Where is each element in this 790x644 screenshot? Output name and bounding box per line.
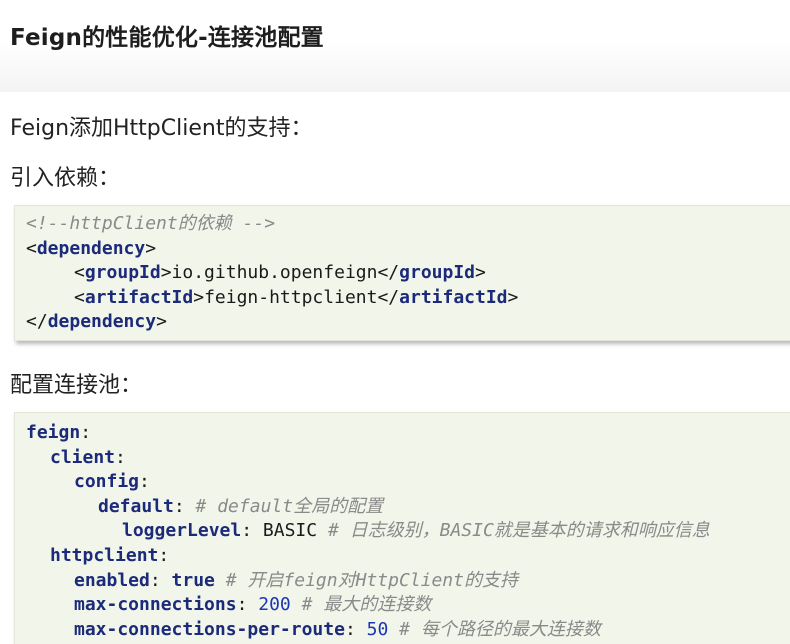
code-line: enabled: true # 开启feign对HttpClient的支持: [26, 569, 790, 594]
code-line: loggerLevel: BASIC # 日志级别，BASIC就是基本的请求和响…: [26, 519, 790, 544]
xml-value: io.github.openfeign: [171, 262, 378, 284]
xml-value: feign-httpclient: [204, 286, 378, 308]
xml-bracket: </: [26, 311, 48, 333]
yaml-key: max-connections-per-route: [74, 618, 345, 640]
code-line: </dependency>: [26, 310, 790, 335]
yaml-comment: # default全局的配置: [195, 495, 384, 517]
code-line: max-connections-per-route: 50 # 每个路径的最大连…: [26, 618, 790, 643]
slide-header: Feign的性能优化-连接池配置: [0, 0, 790, 92]
xml-bracket: </: [377, 286, 400, 308]
yaml-key: default: [98, 495, 174, 517]
document-page: Feign的性能优化-连接池配置 Feign添加HttpClient的支持： 引…: [0, 0, 790, 644]
xml-tag: dependency: [47, 311, 157, 333]
yaml-colon: :: [158, 544, 170, 566]
code-line: <!--httpClient的依赖 -->: [26, 212, 790, 237]
yaml-comment: # 最大的连接数: [301, 594, 432, 616]
xml-tag: dependency: [36, 237, 146, 259]
xml-bracket: <: [74, 262, 85, 284]
yaml-comment: # 开启feign对HttpClient的支持: [225, 569, 518, 591]
yaml-key: httpclient: [50, 544, 159, 566]
code-line: default: # default全局的配置: [26, 495, 790, 520]
yaml-key: config: [74, 471, 140, 493]
xml-bracket: >: [160, 262, 172, 284]
xml-bracket: </: [377, 262, 400, 284]
code-line: config:: [26, 470, 790, 495]
yaml-key: loggerLevel: [122, 520, 242, 542]
yaml-value: 50: [366, 618, 389, 640]
xml-tag: artifactId: [399, 286, 508, 308]
xml-tag: groupId: [84, 262, 161, 284]
yaml-colon: :: [344, 618, 356, 640]
yaml-comment: # 日志级别，BASIC就是基本的请求和响应信息: [327, 520, 710, 542]
yaml-colon: :: [173, 495, 185, 517]
code-line: httpclient:: [26, 544, 790, 569]
yaml-key: enabled: [74, 569, 150, 591]
yaml-colon: :: [139, 471, 150, 493]
page-title: Feign的性能优化-连接池配置: [10, 25, 324, 51]
code-line: <groupId>io.github.openfeign</groupId>: [26, 261, 790, 286]
xml-bracket: >: [193, 286, 205, 308]
xml-code-block: <!--httpClient的依赖 --> <dependency> <grou…: [14, 205, 790, 341]
xml-bracket: >: [156, 311, 167, 333]
yaml-colon: :: [80, 422, 92, 443]
yaml-colon: :: [236, 594, 248, 616]
yaml-colon: :: [241, 520, 253, 542]
xml-bracket: <: [26, 237, 37, 259]
code-line: <dependency>: [26, 237, 790, 262]
code-line: max-connections: 200 # 最大的连接数: [26, 593, 790, 618]
code-line: client:: [26, 446, 790, 471]
yaml-value: true: [171, 569, 215, 591]
code-line: <artifactId>feign-httpclient</artifactId…: [26, 286, 790, 311]
yaml-colon: :: [115, 446, 126, 468]
yaml-key: feign: [26, 422, 81, 443]
yaml-key: max-connections: [74, 594, 237, 616]
yaml-value: BASIC: [262, 520, 318, 542]
xml-tag: artifactId: [84, 286, 194, 308]
yaml-code-block: feign: client: config: default: # defaul…: [14, 412, 790, 644]
step-dependency-text: 引入依赖：: [10, 166, 121, 191]
xml-bracket: >: [145, 237, 157, 259]
yaml-value: 200: [258, 594, 291, 616]
xml-bracket: >: [475, 262, 486, 284]
step-pool-config-text: 配置连接池：: [10, 373, 143, 398]
yaml-key: client: [50, 446, 116, 468]
intro-text: Feign添加HttpClient的支持：: [10, 116, 313, 141]
yaml-comment: # 每个路径的最大连接数: [399, 618, 601, 640]
yaml-colon: :: [149, 569, 161, 591]
xml-comment: <!--httpClient的依赖 -->: [26, 213, 276, 234]
xml-bracket: >: [507, 286, 519, 308]
code-line: feign:: [26, 421, 790, 446]
xml-tag: groupId: [399, 262, 475, 284]
xml-bracket: <: [74, 286, 85, 308]
